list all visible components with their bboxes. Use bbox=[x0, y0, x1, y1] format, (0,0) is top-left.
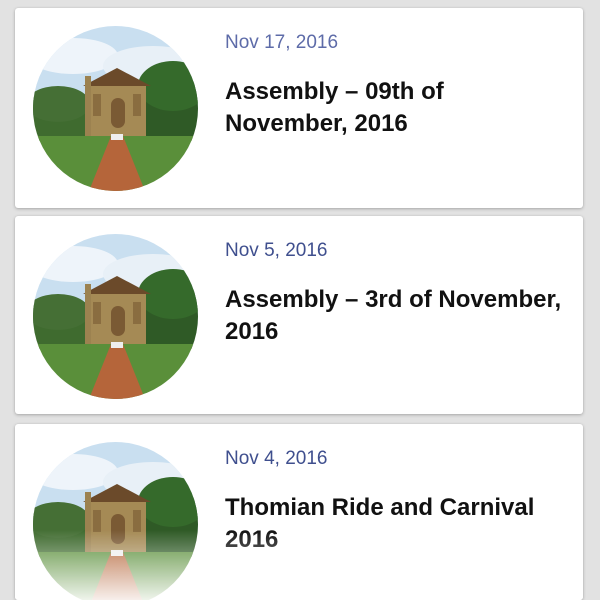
post-date: Nov 5, 2016 bbox=[225, 240, 328, 261]
post-card[interactable]: Nov 4, 2016 Thomian Ride and Carnival 20… bbox=[15, 424, 583, 600]
post-title[interactable]: Assembly – 3rd of November, 2016 bbox=[225, 284, 565, 348]
post-date: Nov 17, 2016 bbox=[225, 32, 339, 53]
post-card[interactable]: Nov 17, 2016 Assembly – 09th of November… bbox=[15, 8, 583, 208]
post-thumbnail bbox=[33, 234, 198, 399]
post-title[interactable]: Assembly – 09th of November, 2016 bbox=[225, 76, 565, 140]
post-title[interactable]: Thomian Ride and Carnival 2016 bbox=[225, 492, 565, 556]
post-feed: Nov 17, 2016 Assembly – 09th of November… bbox=[0, 0, 600, 600]
post-thumbnail bbox=[33, 442, 198, 600]
post-date: Nov 4, 2016 bbox=[225, 448, 328, 469]
post-thumbnail bbox=[33, 26, 198, 191]
post-card[interactable]: Nov 5, 2016 Assembly – 3rd of November, … bbox=[15, 216, 583, 414]
